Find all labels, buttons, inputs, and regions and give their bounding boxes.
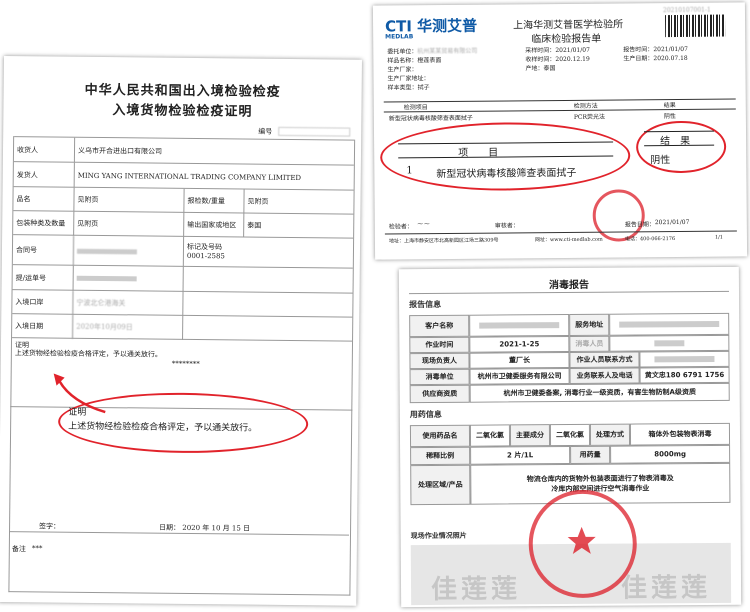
cert-remark-label: 备注: [11, 545, 26, 554]
lab-website: 网址：www.cti-medlab.com: [534, 236, 603, 244]
lead-label: 现场负责人: [409, 352, 470, 370]
cert-row-label: 品名: [16, 195, 31, 204]
lab-red-stamp: [592, 189, 645, 242]
address-label: 服务地址: [569, 313, 610, 337]
callout-result-text: 阴性: [650, 155, 671, 167]
callout-item-header: 项 目: [458, 147, 499, 159]
unit-label: 消毒单位: [409, 368, 470, 386]
cert-row-value2: 0001-2585: [186, 251, 225, 261]
lab-fields-middle: 采样时间：2021/01/07 收样时间：2020.12.19 产地：泰国: [525, 46, 590, 73]
inspection-certificate: 中华人民共和国出入境检验检疫 入境货物检验检疫证明 编号 收货人 义乌市开合进出…: [0, 56, 362, 606]
lab-fields-right: 报告时间：2021/01/07 生产日期：2020.07.18: [623, 45, 688, 63]
cert-bottom-frame: [8, 406, 353, 596]
disinfection-info-grid: 客户名称 服务地址 作业时间 2021-1-25 消毒人员 现场负责人 董厂长 …: [409, 312, 730, 404]
cert-row-label2: 标记及号码: [186, 242, 223, 252]
callout-result-header: 结 果: [660, 135, 691, 148]
cert-row-label: 收货人: [16, 145, 39, 154]
cert-row-label: 入境口岸: [15, 298, 44, 307]
lab-reviewer: 审核者：: [494, 222, 519, 230]
certificate-table: 收货人 义乌市开合进出口有限公司 发货人 MING YANG INTERNATI…: [10, 136, 356, 411]
cert-row-label: 合同号: [15, 246, 38, 255]
cert-row-label2: 输出国家或地区: [183, 212, 244, 238]
callout-result-header-bar: 结 果: [644, 130, 715, 148]
contact-label: 业务联系人及电话: [569, 367, 640, 385]
operator-contact-label: 作业人员联系方式: [569, 351, 640, 369]
lab-table-header: 检测项目 检测方法 结果: [383, 98, 736, 113]
lab-report: CTI 华测艾普 MEDLAB 上海华测艾普医学检验所 临床检验报告单 2021…: [372, 2, 748, 260]
lab-date: 2021/01/07: [654, 218, 690, 227]
callout-item-text: 新型冠状病毒核酸筛查表面拭子: [436, 167, 577, 181]
process-label: 处理区域/产品: [410, 464, 471, 506]
staff-label: 消毒人员: [569, 335, 610, 353]
drug-header: 主要成分: [509, 424, 551, 447]
certificate-number-value: [278, 126, 351, 137]
photo-section: 现场作业情况照片: [410, 531, 467, 541]
watermark-right: 佳莲莲: [620, 573, 712, 604]
drug-header: 使用药品名: [409, 424, 471, 448]
cert-sign-label: 签字：: [39, 522, 61, 531]
callout-item-no: 1: [406, 165, 413, 177]
lab-report-id: 20210107001-1: [662, 6, 711, 15]
address-value-blurred: [609, 312, 730, 336]
supplier-value: 杭州市卫健委备案, 消毒行业一级资质，有害生物防制A级资质: [469, 382, 730, 403]
drug-header: 二氧化氯: [549, 423, 591, 447]
drug-grid: 使用药品名 二氧化氯 主要成分 二氧化氯 处理方式 箱体外包装物表消毒 稀释比例…: [409, 422, 731, 506]
barcode-icon: [664, 14, 726, 38]
cert-row-value: 见附页: [73, 211, 184, 237]
cert-row-value2: 见附页: [243, 189, 354, 215]
operator-contact-blurred: [639, 350, 730, 368]
watermark-left: 佳莲莲: [430, 574, 522, 605]
lab-fields-left: 委托单位：杭州某某贸易有限公司 样品名称：橙莲表面 生产厂家： 生产厂家地址： …: [387, 47, 478, 92]
cert-row-value: 2020年10月09日: [72, 314, 183, 340]
cert-row-label: 发货人: [16, 170, 38, 179]
dose-value: 8000mg: [610, 444, 731, 464]
cert-row-label: 包装种类及数量: [16, 219, 66, 228]
cert-bl-blurred: [72, 265, 183, 292]
contact-value: 黄文忠180 6791 1756: [639, 366, 730, 384]
staff-value-blurred: [609, 334, 730, 352]
cert-row-label: 入境日期: [15, 322, 44, 331]
dose-label: 用药量: [570, 445, 611, 464]
ratio-label: 稀释比例: [410, 446, 471, 466]
disinfection-report: 消毒报告 报告信息 客户名称 服务地址 作业时间 2021-1-25 消毒人员 …: [398, 266, 742, 608]
client-label: 客户名称: [409, 314, 470, 338]
lab-title2: 临床检验报告单: [531, 33, 602, 46]
cert-contract-blurred: [72, 235, 184, 267]
lab-address: 地址：上海市静安区市北高新园区江场三路309号: [388, 237, 499, 245]
time-label: 作业时间: [409, 336, 470, 354]
cert-row-label2: 报检数/重量: [183, 188, 244, 214]
lab-tester: 检验者：: [388, 223, 413, 231]
divider: [384, 230, 737, 235]
supplier-label: 供应商资质: [409, 384, 470, 404]
certificate-number-label: 编号: [258, 127, 273, 136]
callout-item-header-bar: 项 目: [398, 141, 614, 159]
lead-value: 董厂长: [469, 352, 570, 369]
cert-proof-text: 上述货物经检验检疫合格评定，予以通关放行。: [14, 349, 162, 359]
report-info-section: 报告信息: [409, 299, 442, 310]
cert-stars: ********: [171, 359, 200, 369]
lab-phone: 电话：400-066-2176: [624, 235, 676, 243]
cti-logo-sub: MEDLAB: [385, 33, 414, 41]
cert-row-value2: 泰国: [243, 213, 354, 239]
cert-remark-value: ***: [31, 544, 43, 553]
drug-header: 二氧化氯: [469, 424, 511, 447]
client-value-blurred: [469, 314, 570, 337]
lab-page: 1/1: [714, 234, 724, 241]
cert-row-value: 宁波北仑港海关: [72, 290, 183, 316]
lab-date-label: 报告日期：: [624, 221, 655, 229]
unit-value: 杭州市卫健委服务有限公司: [469, 368, 570, 385]
certificate-title-line2: 入境货物检验检疫证明: [112, 103, 253, 120]
ratio-value: 2 片/1L: [470, 445, 571, 465]
time-value: 2021-1-25: [469, 336, 570, 353]
drug-header: 处理方式: [589, 423, 631, 446]
disinfection-title: 消毒报告: [548, 279, 589, 292]
drug-section: 用药信息: [409, 409, 442, 420]
cert-row-label: 提/运单号: [15, 273, 47, 282]
certificate-title-line1: 中华人民共和国出入境检验检疫: [84, 82, 281, 100]
lab-tester-signature: ~~: [416, 219, 431, 229]
drug-header: 箱体外包装物表消毒: [629, 422, 731, 446]
cert-row-value: 见附页: [73, 187, 184, 213]
star-icon: [567, 526, 596, 554]
